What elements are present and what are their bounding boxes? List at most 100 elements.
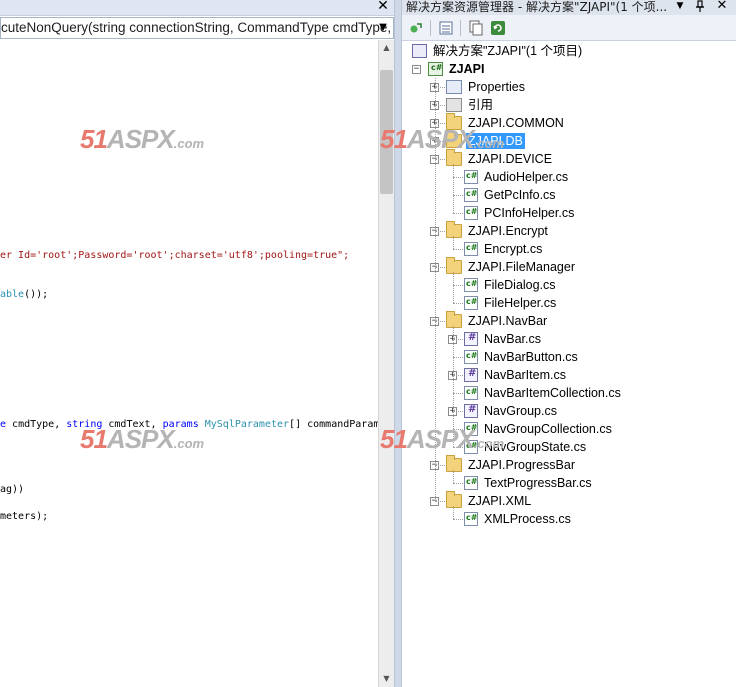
toolbar-separator (430, 20, 431, 36)
tree-item[interactable]: ZJAPI.DB (446, 131, 525, 150)
csharp-file-icon (464, 206, 478, 220)
csharp-project-icon (428, 62, 443, 76)
refresh-icon[interactable] (488, 19, 508, 37)
tree-item-label: ZJAPI.COMMON (468, 116, 564, 130)
code-token: cmdText, (102, 419, 163, 430)
tree-connector (435, 105, 445, 106)
tree-connector (453, 249, 463, 250)
tree-item[interactable]: ZJAPI.Encrypt (446, 221, 550, 240)
tree-item-label: NavBarItem.cs (484, 368, 566, 382)
tree-item[interactable]: 解决方案"ZJAPI"(1 个项目) (412, 42, 584, 60)
folder-open-icon (446, 455, 462, 472)
tree-item[interactable]: ZJAPI.ProgressBar (446, 455, 577, 474)
tree-connector (435, 321, 445, 322)
editor-close-icon[interactable]: ✕ (376, 0, 390, 14)
tree-item-label: PCInfoHelper.cs (484, 206, 575, 220)
tree-connector (453, 411, 463, 412)
tree-item[interactable]: ZJAPI.FileManager (446, 257, 577, 276)
tree-connector (453, 470, 454, 483)
scroll-up-icon[interactable]: ▲ (379, 40, 394, 56)
code-token: MySqlParameter (204, 419, 290, 430)
tree-item[interactable]: NavGroup.cs (464, 402, 559, 420)
tree-connector (453, 213, 463, 214)
tree-item[interactable]: FileDialog.cs (464, 276, 558, 294)
tree-item[interactable]: NavGroupState.cs (464, 438, 588, 456)
code-editor-pane: ✕ cuteNonQuery(string connectionString, … (0, 0, 402, 687)
tree-connector (453, 303, 463, 304)
tree-item-label: NavGroupCollection.cs (484, 422, 612, 436)
tree-item[interactable]: ZJAPI.DEVICE (446, 149, 554, 168)
tree-item-label: NavBar.cs (484, 332, 541, 346)
member-dropdown[interactable]: cuteNonQuery(string connectionString, Co… (0, 17, 402, 39)
tree-connector (435, 465, 445, 466)
csharp-file-icon (464, 296, 478, 310)
explorer-toolbar (402, 15, 736, 41)
vertical-scrollbar[interactable]: ▲ ▼ (378, 40, 394, 687)
tree-item-label: NavGroup.cs (484, 404, 557, 418)
code-area[interactable]: er Id='root';Password='root';charset='ut… (0, 40, 378, 687)
tree-item[interactable]: NavBarButton.cs (464, 348, 580, 366)
tree-item-label: Encrypt.cs (484, 242, 543, 256)
sync-icon[interactable] (406, 19, 426, 37)
tree-item[interactable]: GetPcInfo.cs (464, 186, 558, 204)
properties-icon[interactable] (436, 19, 456, 37)
tree-item[interactable]: ZJAPI.XML (446, 491, 533, 510)
dropdown-arrow-icon[interactable]: ▼ (672, 0, 688, 14)
csharp-file-icon (464, 350, 478, 364)
csharp-file-icon (464, 422, 478, 436)
folder-open-icon (446, 311, 462, 328)
close-icon[interactable]: ✕ (714, 0, 730, 14)
tree-connector (453, 357, 463, 358)
tree-item[interactable]: Properties (446, 78, 527, 96)
tree-connector (435, 159, 445, 160)
tree-item-label: ZJAPI (449, 62, 485, 76)
tree-connector (453, 272, 454, 303)
scrollbar-thumb[interactable] (380, 70, 393, 194)
tree-item[interactable]: PCInfoHelper.cs (464, 204, 576, 222)
code-line: ag)) (0, 484, 24, 496)
tree-item[interactable]: Encrypt.cs (464, 240, 544, 258)
references-icon (446, 98, 462, 112)
tree-connector (435, 141, 445, 142)
tree-item[interactable]: NavBarItem.cs (464, 366, 568, 384)
csharp-file-icon (464, 476, 478, 490)
tree-connector (435, 123, 445, 124)
tree-connector (453, 519, 463, 520)
csharp-file-icon (464, 512, 478, 526)
tree-connector (435, 267, 445, 268)
folder-open-icon (446, 221, 462, 238)
tree-connector (435, 87, 445, 88)
code-token: string (66, 419, 103, 430)
tree-item-label: 解决方案"ZJAPI"(1 个项目) (433, 44, 583, 58)
csharp-file-icon (464, 188, 478, 202)
tree-item-label: TextProgressBar.cs (484, 476, 592, 490)
tree-item[interactable]: ZJAPI.COMMON (446, 113, 566, 132)
tree-connector (453, 393, 463, 394)
tree-item[interactable]: XMLProcess.cs (464, 510, 573, 528)
pane-splitter[interactable] (394, 0, 402, 687)
chevron-down-icon[interactable]: ▼ (375, 19, 391, 37)
folder-open-icon (446, 149, 462, 166)
code-token: params (162, 419, 199, 430)
collapse-icon[interactable]: − (412, 65, 421, 74)
tree-item-label: NavGroupState.cs (484, 440, 587, 454)
tree-item[interactable]: NavBarItemCollection.cs (464, 384, 623, 402)
show-all-files-icon[interactable] (466, 19, 486, 37)
tree-item-label: 引用 (468, 98, 494, 112)
solution-tree: 解决方案"ZJAPI"(1 个项目)ZJAPI−Properties+引用+ZJ… (402, 42, 736, 687)
tree-item[interactable]: NavGroupCollection.cs (464, 420, 614, 438)
tree-item[interactable]: FileHelper.cs (464, 294, 558, 312)
csharp-class-icon (464, 332, 478, 346)
tree-item[interactable]: TextProgressBar.cs (464, 474, 594, 492)
tree-item[interactable]: NavBar.cs (464, 330, 543, 348)
tree-item[interactable]: 引用 (446, 96, 495, 114)
tree-item[interactable]: AudioHelper.cs (464, 168, 570, 186)
solution-explorer: 解决方案资源管理器 - 解决方案"ZJAPI"(1 个项... ▼ ✕ 解决方案… (402, 0, 736, 687)
tree-connector (435, 231, 445, 232)
tree-connector (435, 501, 445, 502)
folder-icon (446, 131, 462, 148)
pin-icon[interactable] (692, 0, 708, 14)
scroll-down-icon[interactable]: ▼ (379, 671, 394, 687)
tree-item[interactable]: ZJAPI.NavBar (446, 311, 549, 330)
tree-item[interactable]: ZJAPI (428, 60, 486, 78)
